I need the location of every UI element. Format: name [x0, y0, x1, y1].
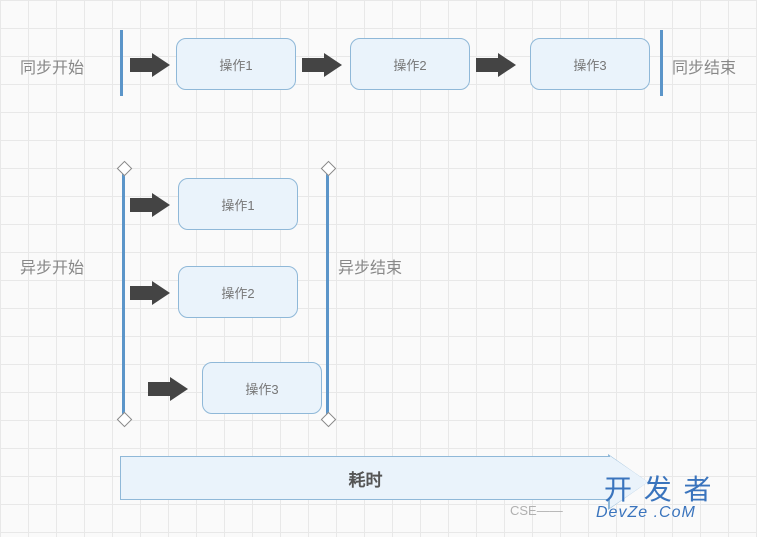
sync-end-bar	[660, 30, 663, 96]
watermark-sub: DevZe .CoM	[596, 504, 696, 522]
arrow-icon	[130, 286, 170, 300]
arrow-icon	[302, 58, 342, 72]
arrow-icon	[148, 382, 188, 396]
sync-op1-box: 操作1	[176, 38, 296, 90]
watermark-main: 开 发 者	[604, 468, 714, 508]
arrow-icon	[130, 198, 170, 212]
arrow-icon	[130, 58, 170, 72]
async-op1-box: 操作1	[178, 178, 298, 230]
sync-start-label: 同步开始	[20, 54, 84, 78]
sync-op3-box: 操作3	[530, 38, 650, 90]
arrow-icon	[476, 58, 516, 72]
sync-op2-box: 操作2	[350, 38, 470, 90]
sync-end-label: 同步结束	[672, 54, 736, 78]
async-start-label: 异步开始	[20, 254, 84, 278]
async-start-bar	[122, 168, 125, 420]
async-op3-box: 操作3	[202, 362, 322, 414]
async-end-bar	[326, 168, 329, 420]
time-axis-label: 耗时	[120, 456, 610, 500]
sync-start-bar	[120, 30, 123, 96]
async-end-label: 异步结束	[338, 254, 402, 278]
time-axis-arrow: 耗时	[120, 456, 648, 508]
watermark-faint: CSE——	[510, 503, 563, 518]
async-op2-box: 操作2	[178, 266, 298, 318]
